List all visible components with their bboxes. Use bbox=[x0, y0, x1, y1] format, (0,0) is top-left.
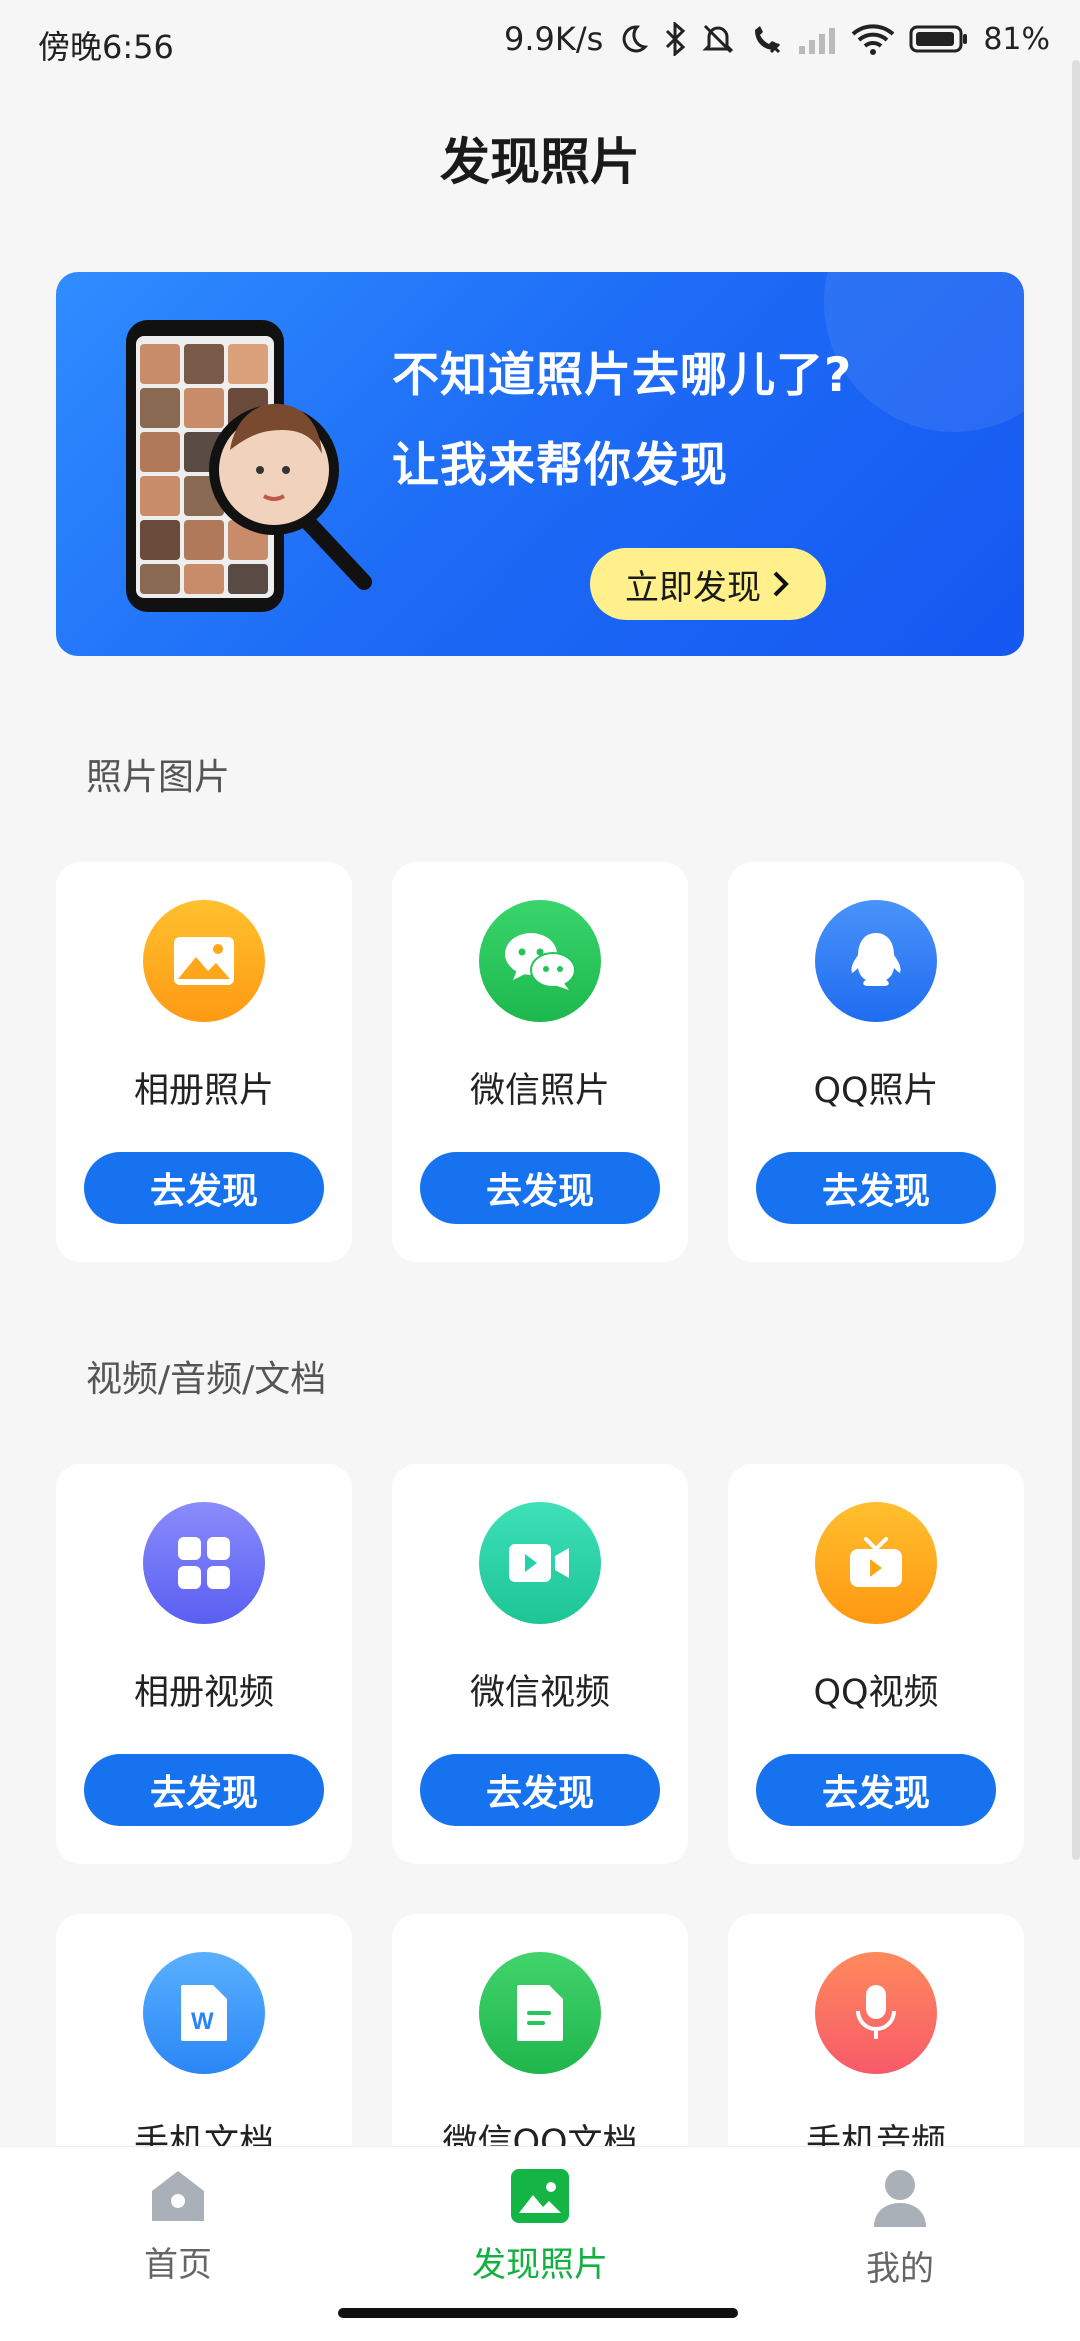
home-icon bbox=[152, 2171, 204, 2221]
status-time: 傍晚6:56 bbox=[38, 28, 174, 66]
card-label: QQ照片 bbox=[813, 1071, 939, 1111]
card-qq-videos[interactable]: QQ视频 去发现 bbox=[728, 1464, 1024, 1864]
signal-icon bbox=[799, 28, 836, 54]
video-camera-icon bbox=[479, 1502, 601, 1624]
phone-magnifier-illustration bbox=[126, 320, 372, 612]
discover-button[interactable]: 去发现 bbox=[420, 1152, 660, 1224]
nav-label-home: 首页 bbox=[144, 2245, 212, 2285]
status-icons: 9.9K/s 81% bbox=[504, 20, 1050, 58]
home-indicator[interactable] bbox=[338, 2308, 738, 2318]
card-label: 相册视频 bbox=[133, 1673, 274, 1713]
missed-call-icon bbox=[755, 26, 781, 54]
discover-now-label: 立即发现 bbox=[625, 567, 761, 608]
section-title-media: 视频/音频/文档 bbox=[86, 1359, 327, 1400]
nav-label-mine: 我的 bbox=[866, 2249, 934, 2289]
battery-percent: 81% bbox=[983, 21, 1050, 57]
section-title-photos: 照片图片 bbox=[86, 757, 231, 798]
card-label: 微信照片 bbox=[469, 1071, 610, 1111]
tv-icon bbox=[815, 1502, 937, 1624]
image-icon bbox=[143, 900, 265, 1022]
card-album-photos[interactable]: 相册照片 去发现 bbox=[56, 862, 352, 1262]
discover-button[interactable]: 去发现 bbox=[756, 1152, 996, 1224]
nav-item-discover[interactable]: 发现照片 bbox=[440, 2167, 640, 2286]
microphone-icon bbox=[815, 1952, 937, 2074]
banner-headline: 不知道照片去哪儿了? bbox=[392, 348, 853, 403]
card-qq-photos[interactable]: QQ照片 去发现 bbox=[728, 862, 1024, 1262]
battery-icon bbox=[909, 25, 968, 53]
card-wechat-videos[interactable]: 微信视频 去发现 bbox=[392, 1464, 688, 1864]
network-speed: 9.9K/s bbox=[503, 20, 604, 58]
wifi-icon bbox=[851, 24, 895, 55]
grid-icon bbox=[143, 1502, 265, 1624]
banner-decoration bbox=[824, 272, 1024, 432]
word-doc-icon: W bbox=[143, 1952, 265, 2074]
card-wechat-photos[interactable]: 微信照片 去发现 bbox=[392, 862, 688, 1262]
svg-text:W: W bbox=[191, 2008, 214, 2035]
discover-button[interactable]: 去发现 bbox=[84, 1754, 324, 1826]
nav-label-discover: 发现照片 bbox=[472, 2245, 608, 2285]
photo-icon bbox=[511, 2169, 569, 2223]
promo-banner[interactable]: 不知道照片去哪儿了? 让我来帮你发现 立即发现 bbox=[56, 272, 1024, 656]
moon-icon bbox=[622, 25, 649, 53]
banner-subheadline: 让我来帮你发现 bbox=[392, 438, 728, 493]
user-icon bbox=[874, 2170, 926, 2227]
scrollbar[interactable] bbox=[1072, 60, 1080, 1860]
discover-now-button[interactable]: 立即发现 bbox=[590, 548, 826, 620]
qq-icon bbox=[815, 900, 937, 1022]
bluetooth-icon bbox=[666, 22, 686, 56]
page-title: 发现照片 bbox=[440, 133, 640, 191]
nav-item-mine[interactable]: 我的 bbox=[800, 2167, 1000, 2290]
discover-button[interactable]: 去发现 bbox=[420, 1754, 660, 1826]
card-label: QQ视频 bbox=[813, 1673, 939, 1713]
card-label: 相册照片 bbox=[133, 1071, 274, 1111]
discover-button[interactable]: 去发现 bbox=[84, 1152, 324, 1224]
card-album-videos[interactable]: 相册视频 去发现 bbox=[56, 1464, 352, 1864]
discover-button[interactable]: 去发现 bbox=[756, 1754, 996, 1826]
mute-bell-icon bbox=[702, 24, 734, 54]
chevron-right-icon bbox=[773, 571, 789, 597]
status-bar: 傍晚6:56 9.9K/s 81% bbox=[0, 0, 1080, 92]
card-label: 微信视频 bbox=[469, 1673, 610, 1713]
document-icon bbox=[479, 1952, 601, 2074]
nav-item-home[interactable]: 首页 bbox=[78, 2167, 278, 2286]
wechat-icon bbox=[479, 900, 601, 1022]
